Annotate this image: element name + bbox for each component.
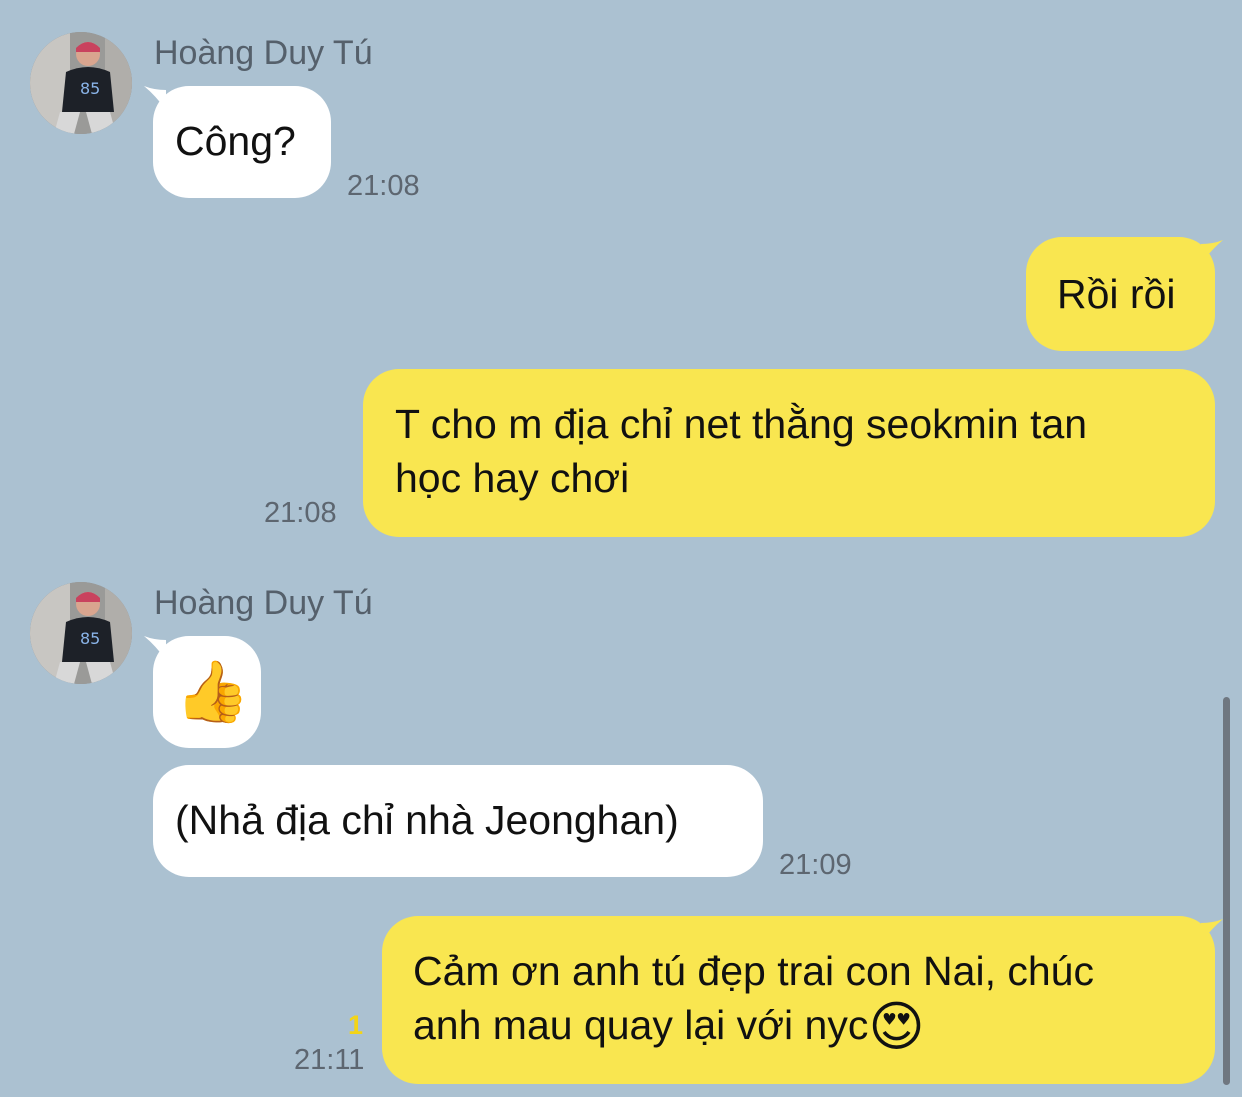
scrollbar[interactable] bbox=[1223, 697, 1230, 1085]
message-bubble-incoming[interactable]: Công? bbox=[153, 86, 331, 198]
message-text-line: anh mau quay lại với nyc😍 bbox=[413, 998, 1215, 1054]
message-timestamp: 21:08 bbox=[264, 497, 337, 529]
svg-text:85: 85 bbox=[80, 79, 100, 98]
message-text: (Nhả địa chỉ nhà Jeonghan) bbox=[175, 797, 679, 843]
message-text-line: Cảm ơn anh tú đẹp trai con Nai, chúc bbox=[413, 948, 1094, 994]
avatar-photo: 85 bbox=[30, 32, 132, 134]
svg-text:85: 85 bbox=[80, 629, 100, 648]
heart-eyes-emoji-icon: 😍 bbox=[868, 997, 925, 1057]
message-text-line: học hay chơi bbox=[395, 455, 630, 501]
message-timestamp: 21:11 bbox=[294, 1044, 365, 1076]
message-bubble-outgoing[interactable]: T cho m địa chỉ net thằng seokmin tan họ… bbox=[363, 369, 1215, 537]
message-text: Rồi rồi bbox=[1057, 271, 1176, 317]
message-text: Công? bbox=[175, 118, 296, 164]
message-bubble-incoming[interactable]: (Nhả địa chỉ nhà Jeonghan) bbox=[153, 765, 763, 877]
message-timestamp: 21:08 bbox=[347, 170, 420, 202]
message-bubble-outgoing[interactable]: Rồi rồi bbox=[1026, 237, 1215, 351]
avatar-photo: 85 bbox=[30, 582, 132, 684]
sender-name: Hoàng Duy Tú bbox=[154, 584, 373, 622]
message-text-line: T cho m địa chỉ net thằng seokmin tan bbox=[395, 401, 1088, 447]
message-bubble-incoming[interactable]: 👍 bbox=[153, 636, 261, 748]
contact-avatar[interactable]: 85 bbox=[30, 582, 132, 684]
unread-count: 1 bbox=[348, 1010, 364, 1040]
message-timestamp: 21:09 bbox=[779, 849, 852, 881]
sender-name: Hoàng Duy Tú bbox=[154, 34, 373, 72]
contact-avatar[interactable]: 85 bbox=[30, 32, 132, 134]
message-text: anh mau quay lại với nyc bbox=[413, 1002, 869, 1048]
message-bubble-outgoing[interactable]: Cảm ơn anh tú đẹp trai con Nai, chúc anh… bbox=[382, 916, 1215, 1084]
thumbs-up-icon: 👍 bbox=[175, 658, 250, 725]
